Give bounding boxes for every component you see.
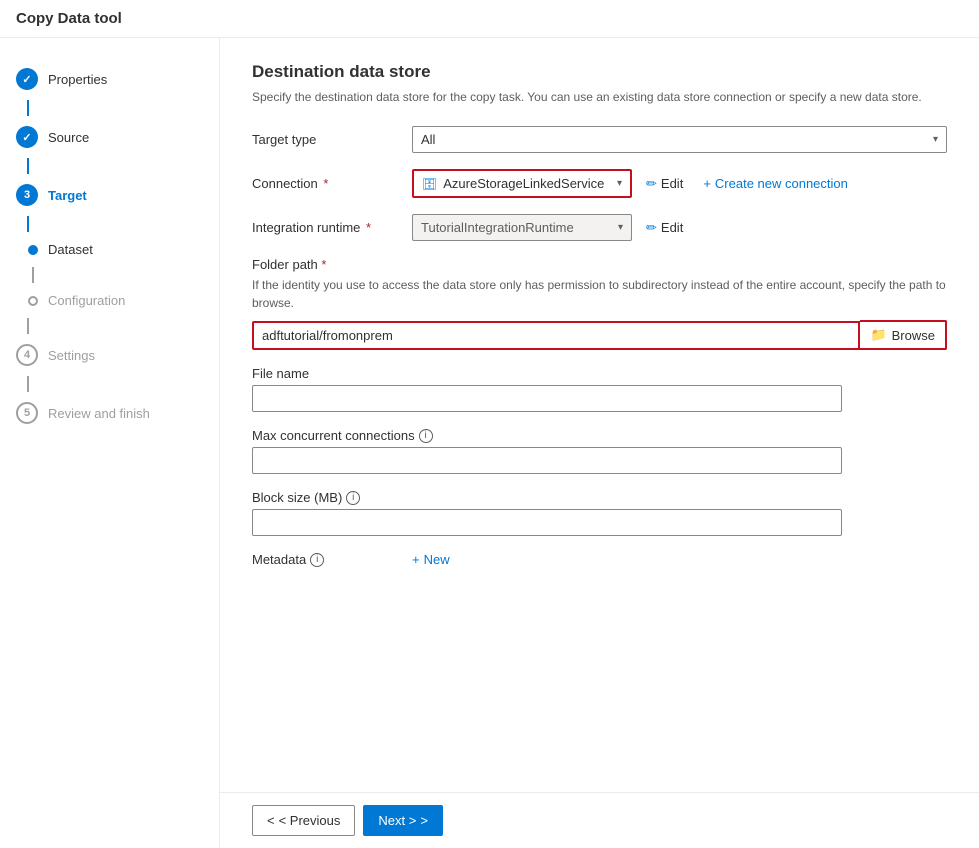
step-connector-5 bbox=[27, 318, 29, 334]
integration-runtime-value: TutorialIntegrationRuntime bbox=[421, 220, 618, 235]
edit-connection-label: Edit bbox=[661, 176, 683, 191]
target-type-value: All bbox=[421, 132, 933, 147]
next-chevron-icon: > bbox=[420, 813, 428, 828]
file-name-row: File name bbox=[252, 366, 947, 412]
step-connector-1 bbox=[27, 100, 29, 116]
storage-icon: 🗄 bbox=[422, 177, 437, 191]
integration-runtime-select[interactable]: TutorialIntegrationRuntime ▾ bbox=[412, 214, 632, 241]
sidebar-label-source: Source bbox=[48, 130, 89, 145]
previous-button[interactable]: < < Previous bbox=[252, 805, 355, 836]
footer: < < Previous Next > > bbox=[220, 792, 979, 848]
connection-label: Connection * bbox=[252, 176, 412, 191]
metadata-label: Metadata i bbox=[252, 552, 412, 567]
target-type-label: Target type bbox=[252, 132, 412, 147]
block-size-info-icon[interactable]: i bbox=[346, 491, 360, 505]
sidebar-item-source[interactable]: ✓ Source bbox=[0, 116, 219, 158]
target-type-chevron-icon: ▾ bbox=[933, 134, 938, 145]
step-circle-source: ✓ bbox=[16, 126, 38, 148]
file-name-label: File name bbox=[252, 366, 309, 381]
plus-icon: + bbox=[703, 176, 711, 191]
edit-connection-button[interactable]: ✏ Edit bbox=[640, 171, 689, 197]
step-dot-dataset bbox=[28, 245, 38, 255]
step-dot-configuration bbox=[28, 296, 38, 306]
target-type-select[interactable]: All ▾ bbox=[412, 126, 947, 153]
create-new-label: Create new connection bbox=[715, 176, 848, 191]
sidebar-label-target: Target bbox=[48, 188, 87, 203]
previous-label: < Previous bbox=[279, 813, 341, 828]
app-title: Copy Data tool bbox=[16, 10, 122, 27]
next-label: Next > bbox=[378, 813, 416, 828]
max-concurrent-label: Max concurrent connections i bbox=[252, 428, 433, 443]
sidebar-label-configuration: Configuration bbox=[48, 293, 125, 308]
edit-integration-button[interactable]: ✏ Edit bbox=[640, 215, 689, 241]
sidebar-item-settings[interactable]: 4 Settings bbox=[0, 334, 219, 376]
create-new-connection-button[interactable]: + Create new connection bbox=[697, 171, 854, 196]
sidebar-item-dataset[interactable]: Dataset bbox=[0, 232, 219, 267]
step-circle-settings: 4 bbox=[16, 344, 38, 366]
section-title: Destination data store bbox=[252, 62, 947, 82]
sidebar-label-review: Review and finish bbox=[48, 406, 150, 421]
step-connector-2 bbox=[27, 158, 29, 174]
main-layout: ✓ Properties ✓ Source 3 Target Dataset bbox=[0, 38, 979, 848]
target-type-row: Target type All ▾ bbox=[252, 126, 947, 153]
integration-runtime-label: Integration runtime * bbox=[252, 220, 412, 235]
sidebar-label-properties: Properties bbox=[48, 72, 107, 87]
metadata-new-button[interactable]: + New bbox=[412, 552, 450, 567]
sidebar: ✓ Properties ✓ Source 3 Target Dataset bbox=[0, 38, 220, 848]
metadata-info-icon[interactable]: i bbox=[310, 553, 324, 567]
app-header: Copy Data tool bbox=[0, 0, 979, 38]
sidebar-item-configuration[interactable]: Configuration bbox=[0, 283, 219, 318]
previous-chevron-icon: < bbox=[267, 813, 275, 828]
content-area: Destination data store Specify the desti… bbox=[220, 38, 979, 848]
block-size-input[interactable] bbox=[252, 509, 842, 536]
content-scroll: Destination data store Specify the desti… bbox=[220, 38, 979, 792]
step-connector-6 bbox=[27, 376, 29, 392]
integration-inner-row: TutorialIntegrationRuntime ▾ ✏ Edit bbox=[412, 214, 947, 241]
connection-control: 🗄 AzureStorageLinkedService ▾ ✏ Edit + C… bbox=[412, 169, 947, 198]
folder-path-label: Folder path * bbox=[252, 257, 947, 272]
max-concurrent-info-icon[interactable]: i bbox=[419, 429, 433, 443]
step-connector-4 bbox=[32, 267, 34, 283]
block-size-label: Block size (MB) i bbox=[252, 490, 360, 505]
sidebar-item-target[interactable]: 3 Target bbox=[0, 174, 219, 216]
sidebar-item-review[interactable]: 5 Review and finish bbox=[0, 392, 219, 434]
file-name-input[interactable] bbox=[252, 385, 842, 412]
sidebar-label-dataset: Dataset bbox=[48, 242, 93, 257]
connection-value: AzureStorageLinkedService bbox=[443, 176, 617, 191]
step-circle-review: 5 bbox=[16, 402, 38, 424]
next-button[interactable]: Next > > bbox=[363, 805, 443, 836]
sidebar-item-properties[interactable]: ✓ Properties bbox=[0, 58, 219, 100]
folder-path-section: Folder path * If the identity you use to… bbox=[252, 257, 947, 350]
section-desc: Specify the destination data store for t… bbox=[252, 88, 947, 106]
max-concurrent-input[interactable] bbox=[252, 447, 842, 474]
integration-chevron-icon: ▾ bbox=[618, 222, 623, 233]
step-connector-3 bbox=[27, 216, 29, 232]
metadata-row: Metadata i + New bbox=[252, 552, 947, 567]
block-size-row: Block size (MB) i bbox=[252, 490, 947, 536]
browse-label: Browse bbox=[892, 328, 935, 343]
sidebar-label-settings: Settings bbox=[48, 348, 95, 363]
edit-pencil-icon: ✏ bbox=[646, 220, 657, 236]
edit-integration-label: Edit bbox=[661, 220, 683, 235]
folder-icon: 📁 bbox=[870, 327, 886, 343]
app-container: Copy Data tool ✓ Properties ✓ Source 3 T… bbox=[0, 0, 979, 848]
new-label: New bbox=[424, 552, 450, 567]
connection-inner-row: 🗄 AzureStorageLinkedService ▾ ✏ Edit + C… bbox=[412, 169, 947, 198]
step-circle-target: 3 bbox=[16, 184, 38, 206]
connection-select[interactable]: 🗄 AzureStorageLinkedService ▾ bbox=[412, 169, 632, 198]
new-plus-icon: + bbox=[412, 552, 420, 567]
max-concurrent-row: Max concurrent connections i bbox=[252, 428, 947, 474]
folder-path-desc: If the identity you use to access the da… bbox=[252, 276, 947, 312]
pencil-icon: ✏ bbox=[646, 176, 657, 192]
integration-runtime-control: TutorialIntegrationRuntime ▾ ✏ Edit bbox=[412, 214, 947, 241]
step-circle-properties: ✓ bbox=[16, 68, 38, 90]
browse-button[interactable]: 📁 Browse bbox=[860, 320, 947, 350]
folder-path-input-row: 📁 Browse bbox=[252, 320, 947, 350]
folder-path-input[interactable] bbox=[252, 321, 860, 350]
target-type-control: All ▾ bbox=[412, 126, 947, 153]
integration-runtime-row: Integration runtime * TutorialIntegratio… bbox=[252, 214, 947, 241]
connection-chevron-icon: ▾ bbox=[617, 178, 622, 189]
connection-row: Connection * 🗄 AzureStorageLinkedService… bbox=[252, 169, 947, 198]
